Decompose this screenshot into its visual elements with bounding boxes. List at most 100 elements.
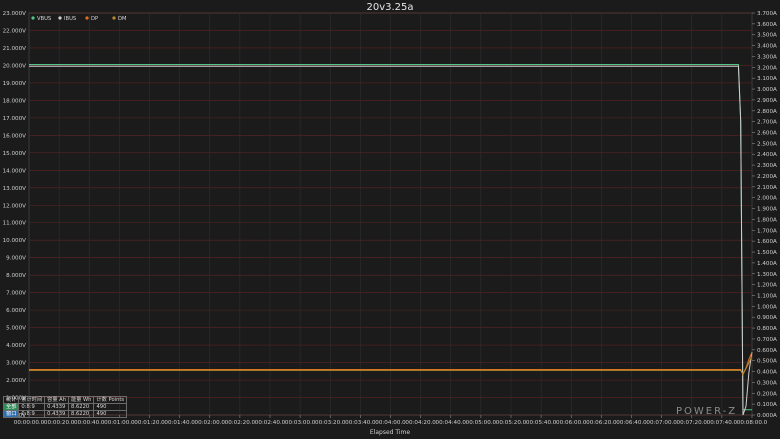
legend-marker-ibus <box>58 16 62 20</box>
x-tick-label: 00:03:00.0 <box>285 420 316 426</box>
y-right-tick-label: 0.900A <box>757 315 777 321</box>
stats-header-cell: 容量 Ah <box>44 396 70 404</box>
y-right-tick-label: 0.200A <box>757 391 777 397</box>
y-left-tick-label: 11.000V <box>3 221 27 227</box>
y-right-tick-label: 0.700A <box>757 337 777 343</box>
y-right-tick-label: 0.500A <box>757 359 777 365</box>
y-left-tick-label: 12.000V <box>3 203 27 209</box>
y-right-tick-label: 1.600A <box>757 239 777 245</box>
x-tick-label: 00:04:20.0 <box>405 420 436 426</box>
stats-header-cell: 能量 Wh <box>68 396 95 404</box>
y-right-tick-label: 1.400A <box>757 261 777 267</box>
y-left-tick-label: 5.000V <box>6 326 26 332</box>
y-right-tick-label: 0.600A <box>757 348 777 354</box>
stats-badge-window[interactable]: 窗口 <box>2 410 20 418</box>
y-left-tick-label: 18.000V <box>3 98 27 104</box>
y-right-tick-label: 1.500A <box>757 250 777 256</box>
y-right-tick-label: 0.300A <box>757 380 777 386</box>
stats-cell: 0.4339 <box>44 410 70 418</box>
y-left-tick-label: 21.000V <box>3 46 27 52</box>
y-left-tick-label: 9.000V <box>6 256 26 262</box>
y-right-tick-label: 2.900A <box>757 98 777 104</box>
y-right-tick-label: 3.300A <box>757 54 777 60</box>
y-right-tick-label: 1.900A <box>757 207 777 213</box>
x-tick-label: 00:06:20.0 <box>586 420 617 426</box>
y-right-tick-label: 3.600A <box>757 22 777 28</box>
stats-badge-all[interactable]: 全部 <box>2 403 20 411</box>
y-right-tick-label: 0.800A <box>757 326 777 332</box>
y-right-tick-label: 2.500A <box>757 141 777 147</box>
y-left-tick-label: 13.000V <box>3 186 27 192</box>
y-left-tick-label: 23.000V <box>3 11 27 17</box>
x-tick-label: 00:03:20.0 <box>315 420 346 426</box>
stats-header-cell: 累计时间 <box>18 396 46 404</box>
y-right-tick-label: 2.000A <box>757 196 777 202</box>
y-left-tick-label: 7.000V <box>6 291 26 297</box>
x-tick-label: 00:07:40.0 <box>707 420 738 426</box>
y-right-tick-label: 3.200A <box>757 65 777 71</box>
y-left-tick-label: 4.000V <box>6 343 26 349</box>
legend-label-ibus: IBUS <box>64 16 76 22</box>
y-right-tick-label: 0.000A <box>757 413 777 419</box>
legend-label-dm: DM <box>118 16 126 22</box>
x-tick-label: 00:07:20.0 <box>677 420 708 426</box>
y-left-tick-label: 14.000V <box>3 168 27 174</box>
x-tick-label: 00:01:40.0 <box>164 420 195 426</box>
chart: 20v3.25a 0.000V1.000V2.000V3.000V4.000V5… <box>0 0 780 439</box>
y-right-tick-label: 2.600A <box>757 131 777 137</box>
y-left-tick-label: 17.000V <box>3 116 27 122</box>
legend-label-dp: DP <box>91 16 98 22</box>
x-axis-label: Elapsed Time <box>370 429 410 436</box>
y-right-tick-label: 0.100A <box>757 402 777 408</box>
x-tick-label: 00:07:00.0 <box>646 420 677 426</box>
stats-header-cell: 统计 <box>2 396 20 404</box>
y-right-tick-label: 1.300A <box>757 272 777 278</box>
stats-row-all: 全部 0:8:9 0.4339 8.6220 490 <box>2 403 128 411</box>
y-right-tick-label: 2.200A <box>757 174 777 180</box>
x-tick-label: 00:02:20.0 <box>225 420 256 426</box>
y-right-tick-label: 3.100A <box>757 76 777 82</box>
y-left-tick-label: 20.000V <box>3 63 27 69</box>
stats-header-row: 统计 累计时间 容量 Ah 能量 Wh 计数 Points <box>2 396 128 404</box>
legend-marker-dp <box>85 16 89 20</box>
y-right-tick-label: 2.700A <box>757 120 777 126</box>
x-tick-label: 00:06:00.0 <box>556 420 587 426</box>
legend-label-vbus: VBUS <box>37 16 51 22</box>
x-tick-label: 00:06:40.0 <box>616 420 647 426</box>
legend-marker-vbus <box>31 16 35 20</box>
y-right-tick-label: 1.000A <box>757 304 777 310</box>
x-tick-label: 00:03:40.0 <box>345 420 376 426</box>
y-left-tick-label: 16.000V <box>3 133 27 139</box>
stats-cell: 490 <box>93 410 128 418</box>
x-tick-label: 00:02:40.0 <box>255 420 286 426</box>
stats-cell: 8.6220 <box>68 410 95 418</box>
y-right-tick-label: 2.800A <box>757 109 777 115</box>
y-right-tick-label: 1.200A <box>757 283 777 289</box>
y-left-tick-label: 6.000V <box>6 308 26 314</box>
x-tick-label: 00:01:00.0 <box>104 420 135 426</box>
stats-row-window: 窗口 0:8:9 0.4339 8.6220 490 <box>2 410 128 418</box>
x-tick-label: 00:00:00.0 <box>14 420 45 426</box>
y-right-tick-label: 3.500A <box>757 33 777 39</box>
x-tick-label: 00:00:40.0 <box>74 420 105 426</box>
y-left-tick-label: 3.000V <box>6 361 26 367</box>
y-right-tick-label: 1.800A <box>757 217 777 223</box>
y-right-tick-label: 3.000A <box>757 87 777 93</box>
y-left-tick-label: 22.000V <box>3 28 27 34</box>
x-tick-label: 00:05:20.0 <box>496 420 527 426</box>
y-left-tick-label: 10.000V <box>3 238 27 244</box>
y-left-tick-label: 19.000V <box>3 81 27 87</box>
y-right-tick-label: 2.100A <box>757 185 777 191</box>
y-right-tick-label: 1.100A <box>757 293 777 299</box>
y-left-tick-label: 2.000V <box>6 378 26 384</box>
stats-cell: 0:8:9 <box>18 403 46 411</box>
x-tick-label: 00:05:00.0 <box>466 420 497 426</box>
stats-header-cell: 计数 Points <box>93 396 128 404</box>
y-right-tick-label: 2.300A <box>757 163 777 169</box>
x-tick-label: 00:04:40.0 <box>436 420 467 426</box>
stats-cell: 8.6220 <box>68 403 95 411</box>
y-left-tick-label: 8.000V <box>6 273 26 279</box>
y-right-tick-label: 2.400A <box>757 152 777 158</box>
chart-title: 20v3.25a <box>366 2 413 13</box>
x-tick-label: 00:01:20.0 <box>134 420 165 426</box>
